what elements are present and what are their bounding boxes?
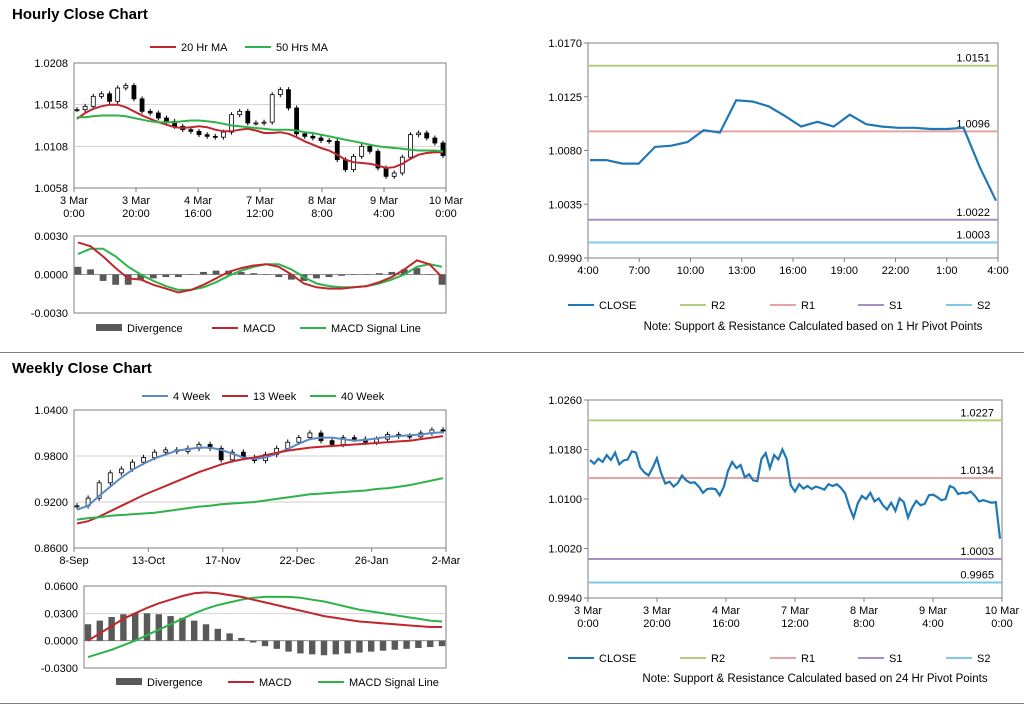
x-tick-label: 0:00: [577, 618, 598, 630]
level-label-r2: 1.0227: [960, 407, 994, 419]
x-tick-label: 8 Mar: [850, 605, 878, 617]
weekly-pivot-chart: 1.0260 1.0180 1.0100 1.0020 0.9940 1.0227 1.01…: [548, 395, 1020, 685]
x-tick-label: 12:00: [781, 618, 809, 630]
x-tick-label: 8:00: [853, 618, 874, 630]
x-tick-label: 3 Mar: [643, 605, 671, 617]
y-tick-label: 0.9940: [548, 593, 582, 605]
x-tick-label: 4 Mar: [712, 605, 740, 617]
legend-label: CLOSE: [599, 653, 636, 665]
level-label-r1: 1.0134: [960, 465, 994, 477]
close-line: [589, 446, 1002, 539]
y-tick-label: 1.0180: [548, 445, 582, 457]
x-tick-label: 16:00: [712, 618, 740, 630]
pivot-note: Note: Support & Resistance Calculated ba…: [642, 673, 987, 685]
legend-label: S1: [889, 653, 902, 665]
legend-label: S2: [977, 653, 990, 665]
level-label-s1: 1.0003: [960, 546, 994, 558]
level-label-s2: 0.9965: [960, 570, 994, 582]
y-tick-label: 1.0260: [548, 395, 582, 407]
legend-label: R1: [801, 653, 815, 665]
x-tick-label: 9 Mar: [919, 605, 947, 617]
y-tick-label: 1.0020: [548, 544, 582, 556]
legend-label: R2: [711, 653, 725, 665]
x-tick-label: 3 Mar: [574, 605, 602, 617]
x-tick-label: 7 Mar: [781, 605, 809, 617]
x-tick-label: 20:00: [643, 618, 671, 630]
x-tick-label: 4:00: [922, 618, 943, 630]
x-tick-label: 0:00: [991, 618, 1012, 630]
x-tick-label: 10 Mar: [985, 605, 1020, 617]
y-tick-label: 1.0100: [548, 494, 582, 506]
